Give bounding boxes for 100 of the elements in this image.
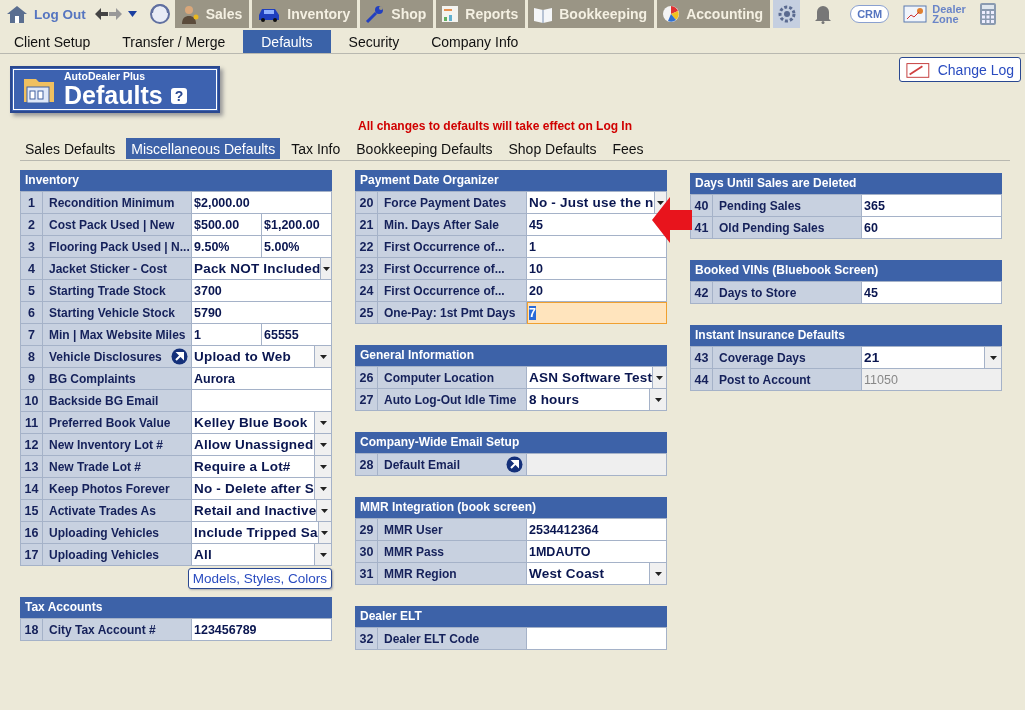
row-number: 32 <box>355 627 378 650</box>
back-forward-icon[interactable] <box>94 7 139 21</box>
value-field[interactable]: 1 <box>526 235 667 258</box>
change-log-button[interactable]: Change Log <box>899 57 1021 82</box>
row-number: 22 <box>355 235 378 258</box>
field-label: Coverage Days <box>712 346 862 369</box>
row-number: 42 <box>690 281 713 304</box>
notepad-icon <box>906 60 930 79</box>
value-field[interactable]: 365 <box>861 194 1002 217</box>
row-number: 44 <box>690 368 713 391</box>
dropdown-button[interactable] <box>314 456 331 477</box>
caret-icon <box>654 571 662 576</box>
dropdown-field[interactable]: 8 hours <box>526 388 667 411</box>
value-field[interactable]: 3700 <box>191 279 332 302</box>
dropdown-field[interactable]: 21 <box>861 346 1002 369</box>
dropdown-field[interactable]: Pack NOT Included <box>191 257 332 280</box>
help-button[interactable]: ? <box>170 87 188 104</box>
field-label: Computer Location <box>377 366 527 389</box>
arrow-icon <box>652 197 692 243</box>
value-field[interactable]: 20 <box>526 279 667 302</box>
dropdown-button[interactable] <box>314 434 331 455</box>
row-number: 30 <box>355 540 378 563</box>
field-label: MMR Pass <box>377 540 527 563</box>
value-field[interactable]: Aurora <box>191 367 332 390</box>
value-field[interactable]: $2,000.00 <box>191 191 332 214</box>
dropdown-button[interactable] <box>984 347 1001 368</box>
field-label: New Trade Lot # <box>42 455 192 478</box>
field-label: Default Email <box>377 453 527 476</box>
dropdown-button[interactable] <box>317 522 331 543</box>
dropdown-field[interactable]: No - Delete after S <box>191 477 332 500</box>
value-field[interactable]: 5790 <box>191 301 332 324</box>
dropdown-button[interactable] <box>314 346 331 367</box>
settings-button[interactable] <box>773 0 801 28</box>
menu-tab[interactable]: Client Setup <box>0 30 105 53</box>
value-field[interactable]: 7 <box>526 301 667 324</box>
value-field[interactable]: 10 <box>526 257 667 280</box>
caret-icon <box>319 442 327 447</box>
settings-icon <box>776 4 797 24</box>
field-label: Backside BG Email <box>42 389 192 412</box>
dropdown-button[interactable] <box>314 544 331 565</box>
models-styles-colors-button[interactable]: Models, Styles, Colors <box>187 568 332 589</box>
dropdown-field[interactable]: Upload to Web <box>191 345 332 368</box>
dropdown-field[interactable]: Require a Lot# <box>191 455 332 478</box>
value-field[interactable] <box>526 627 667 650</box>
caret-icon <box>654 397 662 402</box>
dropdown-button[interactable] <box>314 478 331 499</box>
wrench-icon <box>365 4 386 24</box>
value-field[interactable]: 1MDAUTO <box>526 540 667 563</box>
value-field[interactable]: 60 <box>861 216 1002 239</box>
field-label: Post to Account <box>712 368 862 391</box>
section-tab[interactable]: Fees <box>607 138 649 159</box>
value-field[interactable]: 2534412364 <box>526 518 667 541</box>
dashboard-icon[interactable] <box>903 5 928 23</box>
row-number: 26 <box>355 366 378 389</box>
section-tab[interactable]: Bookkeeping Defaults <box>351 138 498 159</box>
field-label: BG Complaints <box>42 367 192 390</box>
section-tab[interactable]: Miscellaneous Defaults <box>126 138 281 159</box>
section-tab[interactable]: Sales Defaults <box>20 138 121 159</box>
section-tab[interactable]: Tax Info <box>286 138 346 159</box>
logout-link[interactable]: Log Out <box>6 5 86 23</box>
book-icon <box>533 5 554 23</box>
dropdown-button[interactable] <box>649 563 666 584</box>
product-name: AutoDealer Plus <box>64 71 147 82</box>
panel-header: Booked VINs (Bluebook Screen) <box>690 260 1002 281</box>
row-number: 28 <box>355 453 378 476</box>
value-field[interactable] <box>191 389 332 412</box>
dropdown-field[interactable]: All <box>191 543 332 566</box>
dropdown-field[interactable]: Retail and Inactive <box>191 499 332 522</box>
field-label: New Inventory Lot # <box>42 433 192 456</box>
field-label: City Tax Account # <box>42 618 192 641</box>
menu-tab[interactable]: Security <box>334 30 414 53</box>
dropdown-field[interactable]: Include Tripped Sa <box>191 521 332 544</box>
value-field[interactable]: 123456789 <box>191 618 332 641</box>
field-label: Days to Store <box>712 281 862 304</box>
dropdown-field[interactable]: Kelley Blue Book <box>191 411 332 434</box>
menu-tab[interactable]: Transfer / Merge <box>108 30 240 53</box>
dropdown-field[interactable]: West Coast <box>526 562 667 585</box>
panel-header: Dealer ELT <box>355 606 667 627</box>
panel-header: Days Until Sales are Deleted <box>690 173 1002 194</box>
person-icon <box>179 4 200 24</box>
panel-header: Instant Insurance Defaults <box>690 325 1002 346</box>
dropdown-button[interactable] <box>316 500 331 521</box>
dropdown-button[interactable] <box>649 389 666 410</box>
field-label: Keep Photos Forever <box>42 477 192 500</box>
dropdown-button[interactable] <box>320 258 331 279</box>
row-number: 10 <box>20 389 43 412</box>
field-label: One-Pay: 1st Pmt Days <box>377 301 527 324</box>
crm-button[interactable]: CRM <box>850 5 890 23</box>
dropdown-button[interactable] <box>652 367 666 388</box>
dropdown-button[interactable] <box>314 412 331 433</box>
dropdown-field[interactable]: No - Just use the n <box>526 191 667 214</box>
bell-icon[interactable] <box>814 4 833 24</box>
dropdown-field[interactable]: ASN Software Test <box>526 366 667 389</box>
field-label: MMR Region <box>377 562 527 585</box>
menu-tab[interactable]: Company Info <box>417 30 533 53</box>
menu-tab[interactable]: Defaults <box>243 30 331 53</box>
dropdown-field[interactable]: Allow Unassigned <box>191 433 332 456</box>
row-number: 7 <box>20 323 43 346</box>
value-field[interactable]: 45 <box>861 281 1002 304</box>
section-tab[interactable]: Shop Defaults <box>503 138 602 159</box>
